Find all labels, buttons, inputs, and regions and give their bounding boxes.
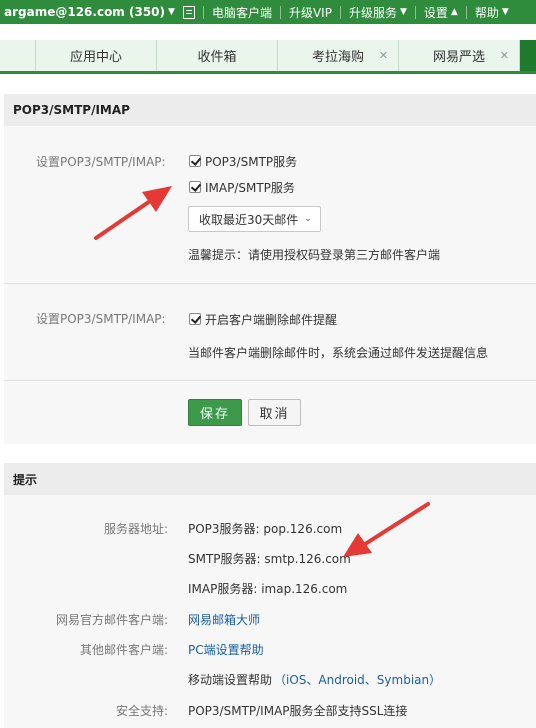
phone-icon[interactable] bbox=[182, 5, 195, 19]
mobile-help-prefix: 移动端设置帮助 bbox=[188, 673, 273, 687]
cancel-button[interactable]: 取消 bbox=[248, 399, 301, 426]
tab-kaola[interactable]: 考拉海购 ✕ bbox=[278, 40, 399, 71]
upgrade-vip-link[interactable]: 升级VIP bbox=[289, 4, 332, 21]
tab-bar: 应用中心 收件箱 考拉海购 ✕ 网易严选 ✕ bbox=[0, 24, 536, 74]
tab-label: 考拉海购 bbox=[311, 50, 364, 65]
delete-notify-setting-label: 设置POP3/SMTP/IMAP: bbox=[36, 312, 166, 326]
section-title: POP3/SMTP/IMAP bbox=[4, 94, 536, 126]
tab-active-edge[interactable] bbox=[520, 40, 536, 71]
tab-label: 应用中心 bbox=[69, 50, 122, 65]
close-icon[interactable]: ✕ bbox=[379, 49, 388, 62]
chevron-down-icon[interactable]: ▼ bbox=[502, 7, 509, 17]
divider bbox=[465, 5, 467, 19]
tab-label: 网易严选 bbox=[432, 50, 485, 65]
delete-notify-checkbox[interactable] bbox=[189, 313, 201, 325]
security-text: POP3/SMTP/IMAP服务全部支持SSL连接 bbox=[188, 704, 408, 718]
imap-smtp-label: IMAP/SMTP服务 bbox=[205, 181, 295, 195]
fetch-range-select[interactable]: 收取最近30天邮件 ⌄ bbox=[188, 206, 321, 232]
desktop-client-link[interactable]: 电脑客户端 bbox=[212, 4, 272, 21]
security-label: 安全支持: bbox=[115, 704, 168, 718]
pc-help-link[interactable]: PC端设置帮助 bbox=[188, 641, 264, 658]
smtp-server: SMTP服务器: smtp.126.com bbox=[188, 552, 351, 566]
other-client-label: 其他邮件客户端: bbox=[79, 643, 168, 657]
help-link[interactable]: 帮助 bbox=[475, 4, 499, 21]
pop3-server: POP3服务器: pop.126.com bbox=[188, 522, 343, 536]
tab-inbox[interactable]: 收件箱 bbox=[157, 40, 278, 71]
fetch-range-value: 收取最近30天邮件 bbox=[199, 212, 299, 227]
tab-label: 收件箱 bbox=[197, 50, 237, 65]
pop3-smtp-label: POP3/SMTP服务 bbox=[205, 155, 298, 169]
chevron-up-icon[interactable]: ▲ bbox=[451, 7, 458, 17]
settings-link[interactable]: 设置 bbox=[424, 4, 448, 21]
server-address-label: 服务器地址: bbox=[103, 522, 168, 536]
mobile-help-links[interactable]: （iOS、Android、Symbian） bbox=[274, 671, 441, 688]
divider bbox=[414, 5, 416, 19]
section-title: 提示 bbox=[4, 463, 536, 495]
divider bbox=[4, 283, 536, 284]
official-client-link[interactable]: 网易邮箱大师 bbox=[188, 611, 260, 628]
divider bbox=[339, 5, 341, 19]
account-name[interactable]: argame@126.com (350) bbox=[0, 5, 165, 19]
close-icon[interactable]: ✕ bbox=[500, 49, 509, 62]
auth-code-tip: 温馨提示：请使用授权码登录第三方邮件客户端 bbox=[188, 248, 441, 262]
top-bar: argame@126.com (350) ▼ 电脑客户端 升级VIP 升级服务 … bbox=[0, 0, 536, 24]
imap-server: IMAP服务器: imap.126.com bbox=[188, 582, 348, 596]
divider bbox=[279, 5, 281, 19]
divider bbox=[4, 380, 536, 381]
delete-notify-label: 开启客户端删除邮件提醒 bbox=[205, 313, 338, 327]
tab-yanxuan[interactable]: 网易严选 ✕ bbox=[399, 40, 520, 71]
chevron-down-icon[interactable]: ▼ bbox=[168, 7, 175, 17]
pop3-smtp-checkbox[interactable] bbox=[189, 155, 201, 167]
chevron-down-icon: ⌄ bbox=[304, 214, 312, 224]
delete-notify-description: 当邮件客户端删除邮件时，系统会通过邮件发送提醒信息 bbox=[188, 346, 489, 360]
tab-app-center[interactable]: 应用中心 bbox=[36, 40, 157, 71]
official-client-label: 网易官方邮件客户端: bbox=[55, 613, 168, 627]
pop3-imap-setting-label: 设置POP3/SMTP/IMAP: bbox=[36, 155, 166, 169]
tab-spacer bbox=[0, 40, 36, 71]
imap-smtp-checkbox[interactable] bbox=[189, 181, 201, 193]
divider bbox=[202, 5, 204, 19]
chevron-down-icon[interactable]: ▼ bbox=[400, 7, 407, 17]
save-button[interactable]: 保存 bbox=[188, 399, 242, 426]
pop3-settings-panel bbox=[4, 94, 536, 444]
upgrade-service-link[interactable]: 升级服务 bbox=[349, 4, 397, 21]
